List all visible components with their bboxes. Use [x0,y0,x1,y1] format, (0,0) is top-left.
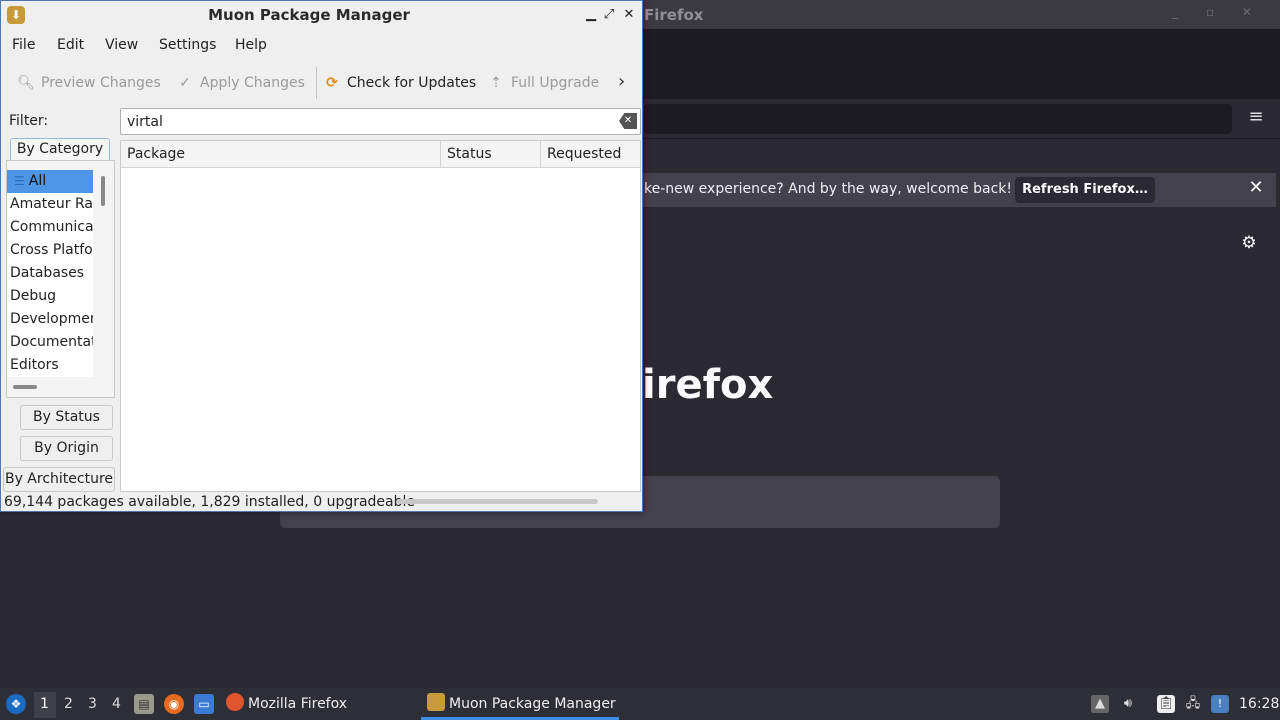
category-item[interactable]: Amateur Radio [7,193,93,216]
desktop-3[interactable]: 3 [88,696,97,712]
column-requested[interactable]: Requested [541,141,640,168]
firefox-logo-text: irefox [642,362,774,408]
category-item[interactable]: Editors [7,354,93,377]
task-muon[interactable]: Muon Package Manager [427,690,616,718]
hamburger-menu-icon[interactable]: ≡ [1247,108,1265,126]
update-notifier-icon[interactable]: ! [1211,695,1229,713]
menu-file[interactable]: File [12,37,35,53]
task-firefox[interactable]: Mozilla Firefox [226,690,347,718]
upgrade-arrow-icon: ⇡ [490,75,502,91]
firefox-window-controls[interactable]: _ ▫ ✕ [1172,5,1264,19]
desktop-2[interactable]: 2 [64,696,73,712]
muon-window: ⬇ Muon Package Manager ▁ ⤢ ✕ File Edit V… [0,0,643,512]
menu-edit[interactable]: Edit [57,37,84,53]
category-item[interactable]: Communication [7,216,93,239]
magnifier-icon: 🔍︎ [17,75,35,91]
taskbar: ❖ 1 2 3 4 ▤ ◉ ▭ Mozilla Firefox Muon Pac… [0,688,1280,720]
minimize-icon[interactable]: ▁ [583,6,599,24]
chevron-right-icon[interactable]: › [618,71,625,92]
checkmark-icon: ✓ [179,75,191,91]
volume-icon[interactable]: 🔊︎ [1119,695,1137,713]
start-menu-icon[interactable]: ❖ [6,694,26,714]
list-icon: ☰ [14,174,25,188]
preview-changes-button[interactable]: 🔍︎ Preview Changes [17,71,161,95]
column-package[interactable]: Package [121,141,441,168]
category-item[interactable]: Development [7,308,93,331]
clipboard-icon[interactable]: 📋︎ [1157,695,1175,713]
refresh-icon: ⟳ [326,75,338,91]
category-vertical-scrollbar[interactable] [101,176,105,206]
gear-icon[interactable]: ⚙ [1240,234,1258,252]
menu-view[interactable]: View [105,37,138,53]
tab-by-status[interactable]: By Status [20,405,113,430]
tab-by-origin[interactable]: By Origin [20,436,113,461]
table-header: Package Status Requested [121,141,640,168]
tab-by-architecture[interactable]: By Architecture [3,467,115,492]
category-item[interactable]: Databases [7,262,93,285]
menu-settings[interactable]: Settings [159,37,216,53]
category-item[interactable]: Debug [7,285,93,308]
desktop-4[interactable]: 4 [112,696,121,712]
column-status[interactable]: Status [441,141,541,168]
firefox-window-title: Firefox [644,6,704,24]
file-manager-icon[interactable]: ▤ [134,694,154,714]
clock[interactable]: 16:28 [1239,696,1279,712]
tab-by-category[interactable]: By Category [10,138,110,161]
category-horizontal-scrollbar[interactable] [13,385,37,389]
category-list: ☰All Amateur Radio Communication Cross P… [7,170,93,377]
notification-text: ke-new experience? And by the way, welco… [644,181,1012,197]
package-icon [427,693,445,711]
firefox-launcher-icon[interactable]: ◉ [164,694,184,714]
status-progress-bar [397,499,598,504]
close-icon[interactable]: ✕ [1246,178,1266,198]
desktop-1[interactable]: 1 [40,696,49,712]
filter-input[interactable] [120,108,641,135]
status-bar-text: 69,144 packages available, 1,829 install… [4,494,416,510]
package-table[interactable]: Package Status Requested [120,140,641,492]
apply-changes-button[interactable]: ✓ Apply Changes [176,71,305,95]
maximize-icon[interactable]: ⤢ [601,6,617,24]
toolbar: 🔍︎ Preview Changes ✓ Apply Changes ⟳ Check … [1,63,642,103]
category-item-all[interactable]: ☰ All [7,170,93,193]
refresh-firefox-button[interactable]: Refresh Firefox… [1015,177,1155,203]
muon-titlebar: ⬇ Muon Package Manager ▁ ⤢ ✕ [1,1,642,30]
full-upgrade-button[interactable]: ⇡ Full Upgrade [487,71,599,95]
show-desktop-icon[interactable]: ▭ [194,694,214,714]
firefox-icon [226,693,244,711]
firefox-url-bar[interactable] [644,104,1232,134]
menu-bar: File Edit View Settings Help [1,31,642,59]
menu-help[interactable]: Help [235,37,267,53]
category-item[interactable]: Documentation [7,331,93,354]
network-icon[interactable]: 🖧︎ [1184,695,1202,713]
toolbar-separator [316,67,317,99]
close-icon[interactable]: ✕ [621,6,637,24]
window-title: Muon Package Manager [208,6,410,24]
category-item[interactable]: Cross Platform [7,239,93,262]
tray-expand-icon[interactable]: ▲ [1091,695,1109,713]
filter-label: Filter: [9,113,49,129]
check-for-updates-button[interactable]: ⟳ Check for Updates [323,71,476,95]
